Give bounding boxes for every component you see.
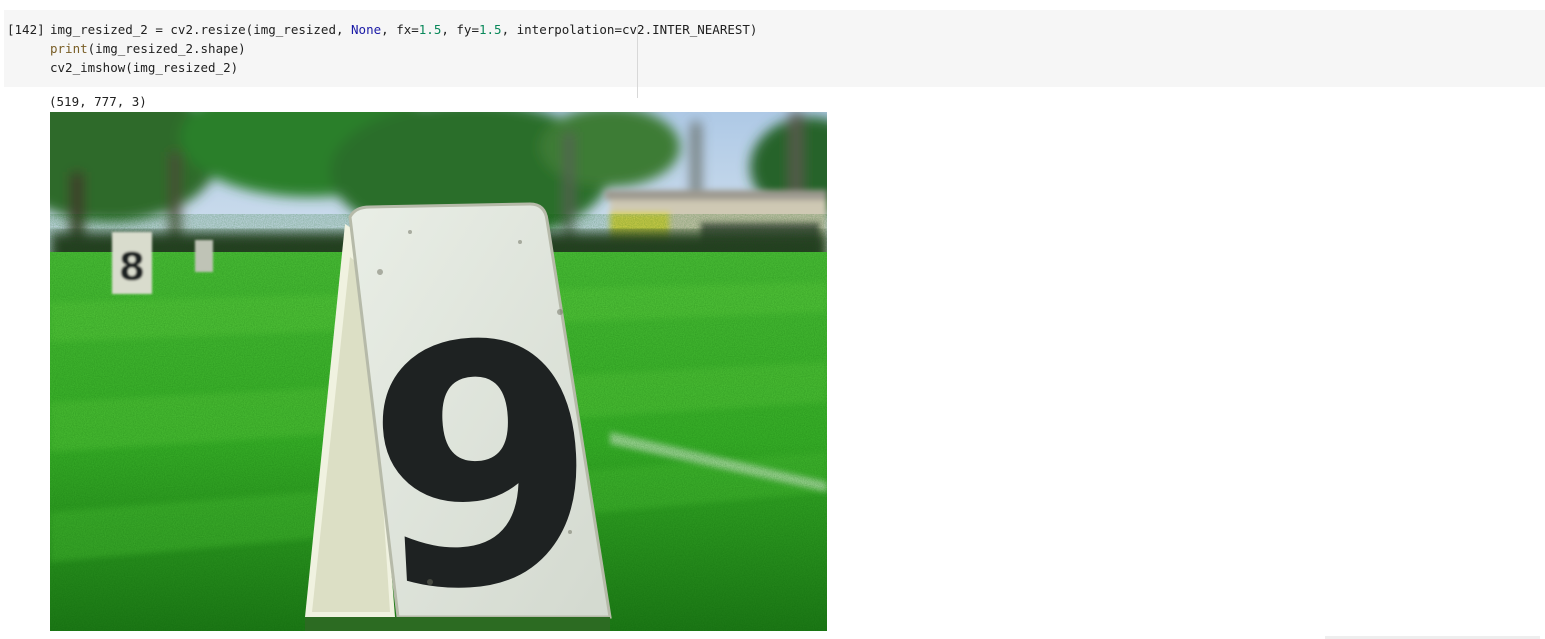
code-editor[interactable]: img_resized_2 = cv2.resize(img_resized, … — [50, 20, 757, 77]
code-token: , fy= — [441, 22, 479, 37]
editor-ruler — [637, 26, 638, 98]
code-token: img_resized_2 = cv2.resize(img_resized, — [50, 22, 352, 37]
output-image: 8 9 — [50, 112, 827, 631]
sign-number: 9 — [358, 270, 607, 631]
code-token: , fx= — [381, 22, 419, 37]
builtin-token: print — [50, 41, 88, 56]
number-token: 1.5 — [418, 22, 442, 37]
code-cell[interactable]: [142] img_resized_2 = cv2.resize(img_res… — [4, 10, 1545, 98]
execution-count: [142] — [7, 22, 45, 37]
background-sign-number: 8 — [119, 245, 145, 289]
code-line-3: cv2_imshow(img_resized_2) — [50, 60, 239, 75]
code-line-2: print(img_resized_2.shape) — [50, 41, 246, 56]
code-token: , interpolation=cv2.INTER_NEAREST) — [501, 22, 758, 37]
keyword-token: None — [351, 22, 382, 37]
code-line-1: img_resized_2 = cv2.resize(img_resized, … — [50, 22, 757, 37]
output-shape-text: (519, 777, 3) — [49, 94, 147, 109]
number-token: 1.5 — [479, 22, 502, 37]
code-token: (img_resized_2.shape) — [87, 41, 246, 56]
